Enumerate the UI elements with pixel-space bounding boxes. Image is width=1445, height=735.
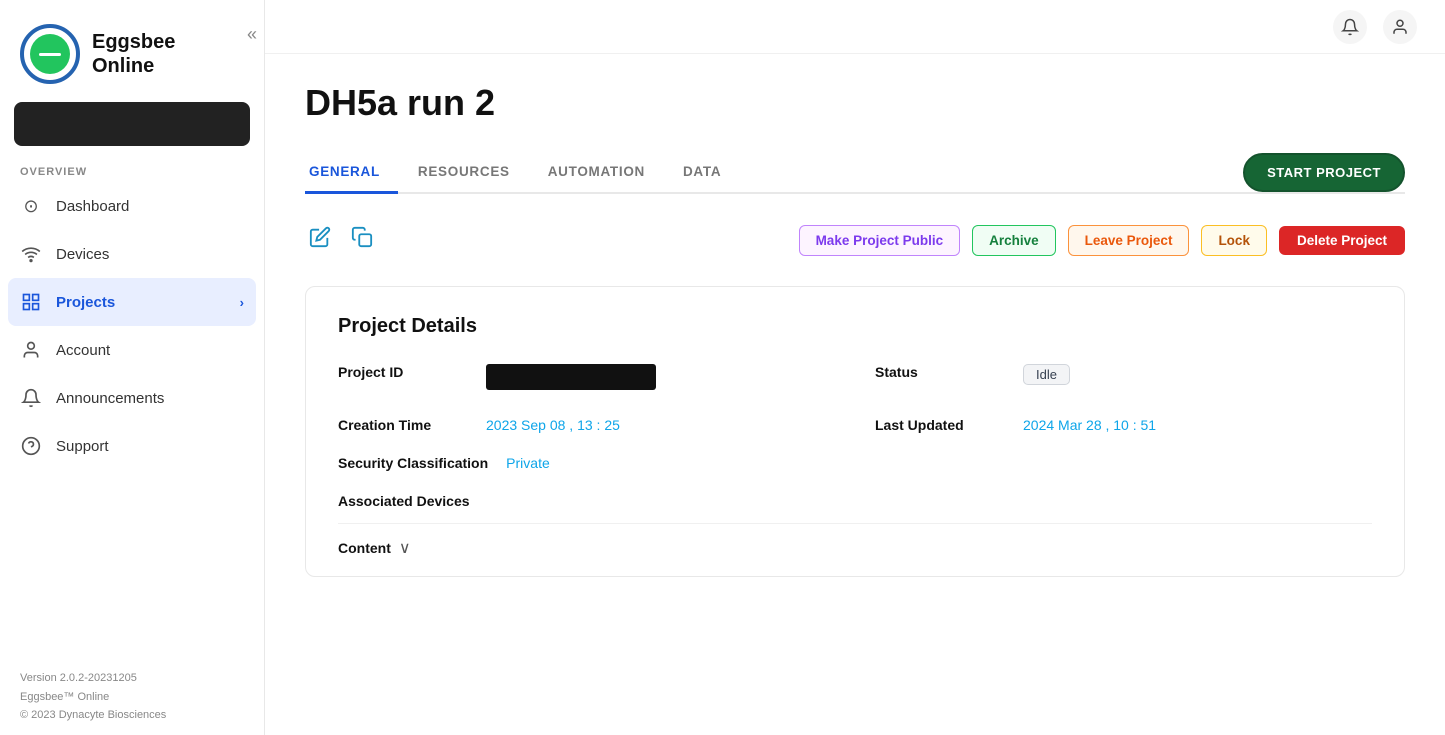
detail-row-security: Security Classification Private: [338, 455, 835, 471]
detail-grid: Project ID Status Idle Creation Time 202…: [338, 364, 1372, 471]
detail-row-status: Status Idle: [875, 364, 1372, 395]
logo-line: [39, 53, 61, 56]
status-label: Status: [875, 364, 1005, 380]
tabs-row: GENERAL RESOURCES AUTOMATION DATA START …: [305, 152, 1405, 194]
sidebar-item-announcements[interactable]: Announcements: [0, 374, 264, 422]
sidebar-section-label: OVERVIEW: [0, 160, 264, 182]
sidebar-item-projects[interactable]: Projects ›: [8, 278, 256, 326]
content-chevron-icon[interactable]: ∨: [399, 538, 411, 558]
archive-button[interactable]: Archive: [972, 225, 1056, 256]
delete-project-button[interactable]: Delete Project: [1279, 226, 1405, 255]
page-title: DH5a run 2: [305, 82, 1405, 124]
main-content: DH5a run 2 GENERAL RESOURCES AUTOMATION …: [265, 0, 1445, 735]
main-inner: DH5a run 2 GENERAL RESOURCES AUTOMATION …: [265, 54, 1445, 617]
detail-row-creation-time: Creation Time 2023 Sep 08 , 13 : 25: [338, 417, 835, 433]
last-updated-value: 2024 Mar 28 , 10 : 51: [1023, 417, 1156, 433]
project-id-label: Project ID: [338, 364, 468, 380]
footer-version: Version 2.0.2-20231205: [20, 669, 244, 688]
sidebar-item-label-announcements: Announcements: [56, 390, 164, 407]
account-icon: [20, 339, 42, 361]
project-details-card: Project Details Project ID Status Idle C…: [305, 286, 1405, 577]
sidebar-item-label-account: Account: [56, 342, 110, 359]
sidebar-search-box: [14, 102, 250, 146]
lock-button[interactable]: Lock: [1201, 225, 1267, 256]
tab-data[interactable]: DATA: [679, 154, 739, 194]
projects-chevron-icon: ›: [240, 295, 244, 310]
sidebar-item-label-dashboard: Dashboard: [56, 198, 129, 215]
content-label: Content: [338, 540, 391, 556]
start-project-button[interactable]: START PROJECT: [1243, 153, 1405, 192]
collapse-sidebar-button[interactable]: «: [239, 20, 265, 49]
status-badge: Idle: [1023, 364, 1070, 385]
sidebar-item-devices[interactable]: Devices: [0, 230, 264, 278]
logo-icon: [20, 24, 80, 84]
support-icon: [20, 435, 42, 457]
last-updated-label: Last Updated: [875, 417, 1005, 433]
sidebar-item-label-support: Support: [56, 438, 109, 455]
detail-row-last-updated: Last Updated 2024 Mar 28 , 10 : 51: [875, 417, 1372, 433]
project-id-value: [486, 364, 656, 395]
sidebar-footer: Version 2.0.2-20231205 Eggsbee™ Online ©…: [0, 653, 264, 735]
sidebar-item-support[interactable]: Support: [0, 422, 264, 470]
detail-row-associated-devices: Associated Devices: [338, 493, 1372, 509]
topbar: [265, 0, 1445, 54]
dashboard-icon: ⊙: [20, 195, 42, 217]
associated-devices-row: Associated Devices: [338, 493, 1372, 509]
sidebar-item-account[interactable]: Account: [0, 326, 264, 374]
leave-project-button[interactable]: Leave Project: [1068, 225, 1190, 256]
copy-button[interactable]: [347, 222, 377, 258]
security-label: Security Classification: [338, 455, 488, 471]
content-row: Content ∨: [338, 523, 1372, 558]
footer-copyright: © 2023 Dynacyte Biosciences: [20, 706, 244, 725]
logo-area: EggsbeeOnline: [0, 0, 264, 102]
creation-time-label: Creation Time: [338, 417, 468, 433]
project-id-redacted: [486, 364, 656, 390]
sidebar: « EggsbeeOnline OVERVIEW ⊙ Dashboard Dev…: [0, 0, 265, 735]
edit-button[interactable]: [305, 222, 335, 258]
associated-devices-label: Associated Devices: [338, 493, 470, 509]
creation-time-value: 2023 Sep 08 , 13 : 25: [486, 417, 620, 433]
sidebar-item-label-devices: Devices: [56, 246, 109, 263]
detail-row-project-id: Project ID: [338, 364, 835, 395]
sidebar-item-dashboard[interactable]: ⊙ Dashboard: [0, 182, 264, 230]
make-public-button[interactable]: Make Project Public: [799, 225, 961, 256]
security-value: Private: [506, 455, 550, 471]
tab-resources[interactable]: RESOURCES: [414, 154, 528, 194]
announcements-icon: [20, 387, 42, 409]
actions-row: Make Project Public Archive Leave Projec…: [305, 222, 1405, 258]
devices-icon: [20, 243, 42, 265]
projects-icon: [20, 291, 42, 313]
sidebar-item-label-projects: Projects: [56, 294, 115, 311]
project-details-title: Project Details: [338, 315, 1372, 338]
logo-inner-circle: [30, 34, 70, 74]
logo-text: EggsbeeOnline: [92, 30, 175, 78]
tab-automation[interactable]: AUTOMATION: [544, 154, 663, 194]
tab-general[interactable]: GENERAL: [305, 154, 398, 194]
footer-app: Eggsbee™ Online: [20, 688, 244, 707]
user-profile-button[interactable]: [1383, 10, 1417, 44]
notifications-button[interactable]: [1333, 10, 1367, 44]
